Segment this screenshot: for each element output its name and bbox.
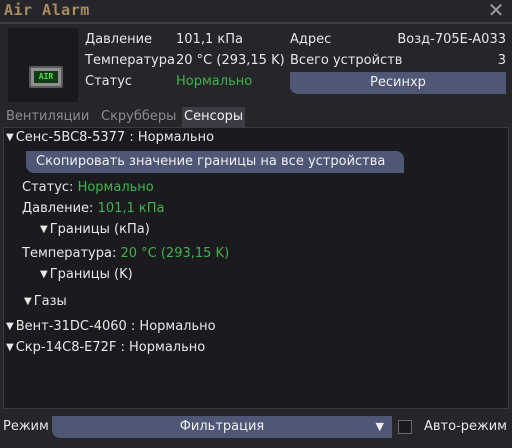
device-screen: AIR bbox=[34, 71, 58, 83]
mode-select-value: Фильтрация bbox=[179, 419, 265, 434]
expand-triangle-icon: ▼ bbox=[40, 224, 48, 235]
expand-triangle-icon: ▼ bbox=[24, 296, 32, 307]
vent-header-label: Вент-31DC-4060 : Нормально bbox=[15, 319, 216, 334]
auto-mode-label: Авто-режим bbox=[424, 419, 507, 434]
sensor-status-label: Статус: bbox=[22, 180, 74, 195]
device-icon-frame: AIR bbox=[8, 28, 78, 102]
devices-value: 3 bbox=[497, 53, 506, 68]
temperature-limits-label: Границы (K) bbox=[49, 267, 133, 282]
pressure-value: 101,1 кПа bbox=[176, 32, 243, 47]
sensor-temperature-label: Температура: bbox=[22, 246, 117, 261]
sensor-header-label: Сенс-5BC8-5377 : Нормально bbox=[15, 130, 215, 145]
pressure-limits-toggle[interactable]: ▼ Границы (кПа) bbox=[40, 222, 150, 237]
status-value: Нормально bbox=[176, 74, 253, 89]
sensor-status-row: Статус: Нормально bbox=[22, 180, 154, 195]
air-alarm-device-icon: AIR bbox=[29, 66, 63, 88]
sensor-pressure-value: 101,1 кПа bbox=[97, 201, 165, 216]
copy-limits-button[interactable]: Скопировать значение границы на все устр… bbox=[26, 151, 404, 173]
sensor-temperature-value: 20 °C (293,15 K) bbox=[120, 246, 230, 261]
scrubber-header[interactable]: ▼ Скр-14C8-E72F : Нормально bbox=[6, 340, 205, 355]
pressure-limits-label: Границы (кПа) bbox=[49, 222, 150, 237]
tab-vents[interactable]: Вентиляции bbox=[4, 107, 91, 127]
sensor-pressure-row: Давление: 101,1 кПа bbox=[22, 201, 165, 216]
title-divider bbox=[0, 22, 512, 24]
gases-label: Газы bbox=[33, 294, 67, 309]
gases-toggle[interactable]: ▼ Газы bbox=[24, 294, 67, 309]
devices-label: Всего устройств bbox=[290, 53, 403, 68]
temperature-label: Температура bbox=[85, 53, 175, 68]
pressure-label: Давление bbox=[85, 32, 153, 47]
address-label: Адрес bbox=[290, 32, 332, 47]
scrubber-header-label: Скр-14C8-E72F : Нормально bbox=[15, 340, 206, 355]
mode-label: Режим bbox=[3, 419, 49, 434]
sensor-temperature-row: Температура: 20 °C (293,15 K) bbox=[22, 246, 229, 261]
temperature-value: 20 °C (293,15 K) bbox=[176, 53, 285, 68]
expand-triangle-icon: ▼ bbox=[40, 269, 48, 280]
expand-triangle-icon: ▼ bbox=[6, 342, 14, 353]
address-value: Возд-705E-A033 bbox=[397, 32, 506, 47]
sensor-header[interactable]: ▼ Сенс-5BC8-5377 : Нормально bbox=[6, 130, 214, 145]
temperature-limits-toggle[interactable]: ▼ Границы (K) bbox=[40, 267, 133, 282]
window-title: Air Alarm bbox=[4, 1, 90, 19]
status-label: Статус bbox=[85, 74, 133, 89]
tab-scrubbers[interactable]: Скрубберы bbox=[99, 107, 178, 127]
vent-header[interactable]: ▼ Вент-31DC-4060 : Нормально bbox=[6, 319, 216, 334]
title-bar: Air Alarm ✕ bbox=[0, 0, 512, 22]
sensor-pressure-label: Давление: bbox=[22, 201, 94, 216]
sensor-status-value: Нормально bbox=[77, 180, 154, 195]
tab-sensors[interactable]: Сенсоры bbox=[182, 107, 246, 127]
auto-mode-checkbox[interactable] bbox=[398, 420, 412, 434]
expand-triangle-icon: ▼ bbox=[6, 321, 14, 332]
expand-triangle-icon: ▼ bbox=[6, 132, 14, 143]
mode-select[interactable]: Фильтрация ▼ bbox=[52, 416, 392, 438]
chevron-down-icon: ▼ bbox=[375, 420, 384, 433]
resync-button[interactable]: Ресинхр bbox=[290, 72, 506, 94]
close-icon[interactable]: ✕ bbox=[486, 0, 506, 20]
